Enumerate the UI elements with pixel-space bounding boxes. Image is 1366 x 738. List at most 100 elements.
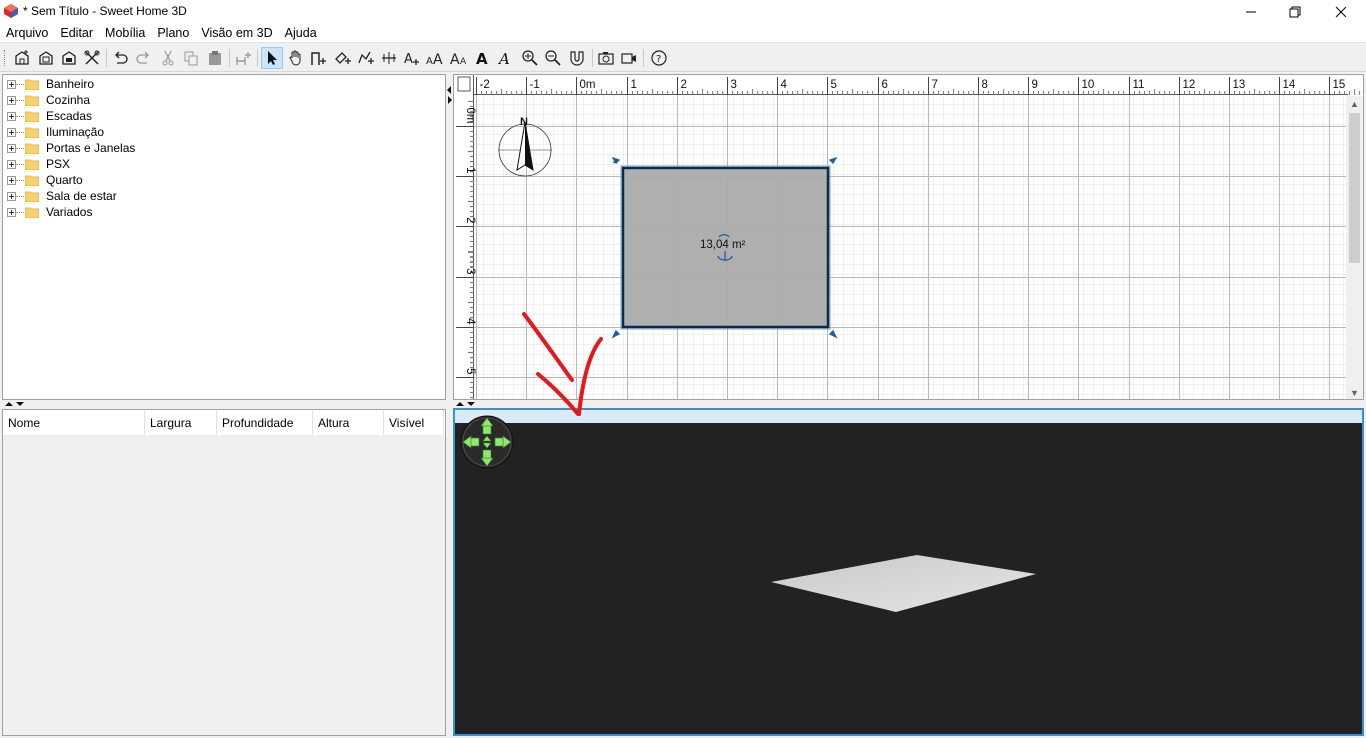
create-video-icon (621, 53, 636, 64)
create-dimensions-button[interactable] (378, 47, 400, 69)
catalog-category-quarto[interactable]: Quarto (7, 172, 83, 188)
preferences-button[interactable] (81, 47, 103, 69)
catalog-category-sala-de-estar[interactable]: Sala de estar (7, 188, 117, 204)
column-altura[interactable]: Altura (313, 410, 384, 435)
create-labels-button[interactable]: A (401, 47, 423, 69)
open-button[interactable] (35, 47, 57, 69)
bold-text-button[interactable]: A (471, 47, 493, 69)
catalog-category-escadas[interactable]: Escadas (7, 108, 92, 124)
paste-button[interactable] (204, 47, 226, 69)
increase-text-size-button[interactable]: AA (424, 47, 446, 69)
ruler-corner (457, 76, 471, 92)
menu-ajuda[interactable]: Ajuda (279, 23, 323, 43)
category-label: Quarto (46, 173, 83, 187)
expand-icon[interactable] (7, 79, 16, 89)
expand-icon[interactable] (7, 143, 16, 153)
category-label: Iluminação (46, 125, 105, 139)
save-button[interactable] (58, 47, 80, 69)
ruler-x-label: 2 (681, 79, 687, 91)
scroll-up-icon[interactable]: ▲ (1349, 99, 1360, 109)
expand-icon[interactable] (7, 207, 16, 217)
create-walls-button[interactable] (308, 47, 330, 69)
title-bar: * Sem Título - Sweet Home 3D (0, 0, 1366, 23)
left-pane-splitter[interactable] (2, 400, 446, 408)
menu-mobilia[interactable]: Mobília (99, 23, 151, 43)
expand-icon[interactable] (7, 111, 16, 121)
scroll-down-icon[interactable]: ▼ (1349, 388, 1360, 398)
expand-icon[interactable] (7, 175, 16, 185)
compass-north-label: N (520, 116, 528, 128)
ruler-y-label: 3 (464, 268, 476, 274)
redo-button[interactable] (133, 47, 155, 69)
furniture-table-header: Nome Largura Profundidade Altura Visível (3, 410, 445, 435)
room-area-label: 13,04 m² (700, 239, 746, 251)
magnetism-button[interactable] (566, 47, 588, 69)
3d-view[interactable] (453, 408, 1364, 736)
scroll-thumb[interactable] (1349, 113, 1360, 263)
copy-button[interactable] (180, 47, 202, 69)
create-rooms-button[interactable] (332, 47, 354, 69)
3d-navigation-control[interactable] (459, 414, 515, 470)
toolbar-grip[interactable] (4, 50, 6, 66)
expand-icon[interactable] (7, 159, 16, 169)
minimize-button[interactable] (1228, 0, 1274, 23)
create-polylines-button[interactable] (355, 47, 377, 69)
decrease-text-size-button[interactable]: AA (448, 47, 470, 69)
catalog-category-portas-janelas[interactable]: Portas e Janelas (7, 140, 135, 156)
menu-bar: Arquivo Editar Mobília Plano Visão em 3D… (0, 23, 1366, 43)
room-selected[interactable]: 13,04 m² (611, 156, 838, 339)
menu-arquivo[interactable]: Arquivo (0, 23, 54, 43)
create-photo-button[interactable] (595, 47, 617, 69)
catalog-category-psx[interactable]: PSX (7, 156, 70, 172)
column-visivel[interactable]: Visível (384, 410, 444, 435)
close-button[interactable] (1318, 0, 1364, 23)
svg-text:?: ? (656, 54, 661, 65)
navigate-down-icon[interactable] (482, 449, 492, 459)
column-largura[interactable]: Largura (145, 410, 217, 435)
expand-icon[interactable] (7, 95, 16, 105)
svg-text:A: A (450, 52, 460, 67)
menu-editar[interactable]: Editar (54, 23, 99, 43)
plan-canvas[interactable]: -2 -1 0m 1 2 3 4 5 6 7 8 9 10 11 12 13 14 15 0m12345 N 13… (454, 75, 1364, 400)
column-profundidade[interactable]: Profundidade (217, 410, 313, 435)
plan-vertical-scrollbar[interactable]: ▲ ▼ (1346, 96, 1363, 399)
ruler-x-label: 0m (580, 79, 596, 91)
zoom-in-button[interactable] (519, 47, 541, 69)
split-arrows-icon[interactable] (4, 400, 34, 408)
new-home-button[interactable] (11, 47, 33, 69)
ruler-x-label: 15 (1333, 79, 1346, 91)
undo-button[interactable] (109, 47, 131, 69)
plan-view[interactable]: -2 -1 0m 1 2 3 4 5 6 7 8 9 10 11 12 13 14 15 0m 1 2 3 4 5 N 13… (453, 74, 1364, 400)
split-arrows-icon[interactable] (455, 400, 485, 408)
catalog-category-iluminacao[interactable]: Iluminação (7, 124, 104, 140)
column-nome[interactable]: Nome (3, 410, 145, 435)
ruler-x-label: 13 (1233, 79, 1246, 91)
main-vertical-splitter[interactable] (446, 74, 453, 738)
zoom-out-button[interactable] (542, 47, 564, 69)
restore-button[interactable] (1272, 0, 1318, 23)
select-mode-icon (268, 51, 277, 65)
select-mode-button[interactable] (261, 47, 283, 69)
menu-plano[interactable]: Plano (151, 23, 195, 43)
expand-icon[interactable] (7, 127, 16, 137)
right-pane-splitter[interactable] (453, 400, 1364, 408)
expand-icon[interactable] (7, 191, 16, 201)
new-home-icon (15, 50, 29, 65)
create-video-button[interactable] (618, 47, 640, 69)
sweet-home-3d-window: * Sem Título - Sweet Home 3D Arquivo Edi… (0, 0, 1366, 738)
bold-text-icon: A (476, 50, 488, 67)
catalog-category-cozinha[interactable]: Cozinha (7, 92, 90, 108)
help-button[interactable]: ? (648, 47, 670, 69)
catalog-category-variados[interactable]: Variados (7, 204, 92, 220)
navigate-up-icon[interactable] (482, 425, 492, 435)
cut-button[interactable] (157, 47, 179, 69)
redo-icon (136, 51, 149, 64)
italic-text-button[interactable]: A (494, 47, 516, 69)
folder-icon (25, 95, 39, 106)
catalog-category-banheiro[interactable]: Banheiro (7, 76, 94, 92)
pan-mode-button[interactable] (285, 47, 307, 69)
split-arrows-icon[interactable] (446, 76, 453, 106)
menu-visao-3d[interactable]: Visão em 3D (195, 23, 278, 43)
add-furniture-button[interactable] (232, 47, 254, 69)
ruler-x-label: 1 (631, 79, 637, 91)
